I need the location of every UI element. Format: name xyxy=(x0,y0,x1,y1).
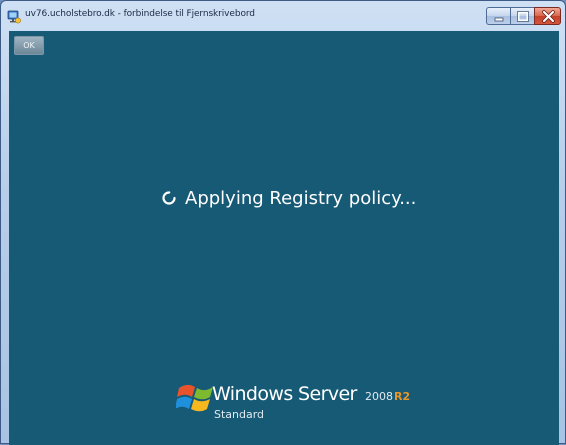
windows-flag-logo xyxy=(176,384,213,412)
status-message: Applying Registry policy... xyxy=(161,185,416,211)
window-title: uv76.ucholstebro.dk - forbindelse til Fj… xyxy=(25,9,255,19)
close-button[interactable] xyxy=(534,7,561,25)
ok-button[interactable]: OK xyxy=(14,36,44,55)
product-version: 2008 xyxy=(365,390,393,403)
windows-server-branding: Windows Server 2008 R2 Standard xyxy=(176,377,426,433)
remote-desktop-icon xyxy=(7,9,21,24)
product-release: R2 xyxy=(394,390,411,403)
minimize-icon xyxy=(494,17,504,22)
minimize-button[interactable] xyxy=(486,7,511,25)
caption-buttons xyxy=(486,7,561,25)
window-titlebar[interactable]: uv76.ucholstebro.dk - forbindelse til Fj… xyxy=(1,1,565,31)
remote-desktop-window: uv76.ucholstebro.dk - forbindelse til Fj… xyxy=(0,0,566,445)
loading-spinner-icon xyxy=(162,191,176,205)
status-text: Applying Registry policy... xyxy=(185,187,417,209)
close-icon xyxy=(542,10,555,23)
product-edition: Standard xyxy=(214,408,265,421)
maximize-button[interactable] xyxy=(510,7,535,25)
product-name: Windows Server xyxy=(212,383,357,405)
remote-desktop-session[interactable]: OK Applying Registry policy... Windows S… xyxy=(9,31,559,445)
maximize-icon xyxy=(517,11,529,22)
